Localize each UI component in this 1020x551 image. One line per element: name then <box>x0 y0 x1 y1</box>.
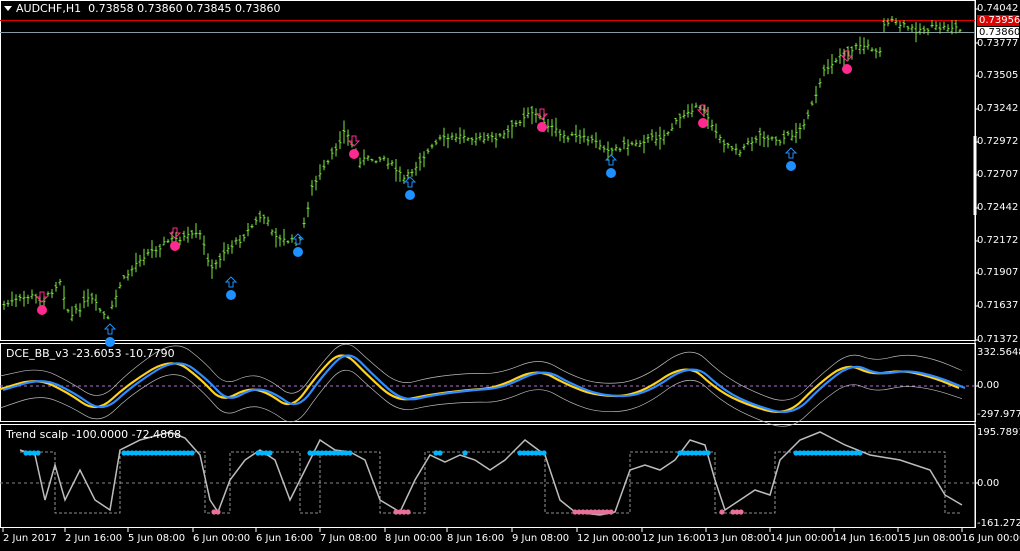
symbol-label: AUDCHF,H1 <box>16 2 82 15</box>
trend-down-dot <box>608 509 614 515</box>
price-bars <box>2 16 962 322</box>
time-axis-label: 8 Jun 16:00 <box>447 533 505 544</box>
price-axis-label: 0.71907 <box>977 267 1019 278</box>
chart-canvas[interactable] <box>0 0 1020 551</box>
buy-arrow-icon <box>403 176 417 188</box>
buy-signal-dot <box>105 337 115 347</box>
time-axis-label: 7 Jun 08:00 <box>320 533 378 544</box>
time-axis-label: 5 Jun 08:00 <box>128 533 186 544</box>
price-axis-label: 0.72442 <box>977 202 1019 213</box>
time-axis-label: 8 Jun 00:00 <box>385 533 443 544</box>
buy-signal-dot <box>606 168 616 178</box>
trend-down-dot <box>405 509 411 515</box>
price-axis-label: 0.74042 <box>977 3 1019 14</box>
trend-up-dot <box>462 450 468 456</box>
trend-up-dot <box>267 450 273 456</box>
price-axis-label: 0.71372 <box>977 334 1019 345</box>
time-axis-label: 9 Jun 08:00 <box>512 533 570 544</box>
buy-arrow-icon <box>103 323 117 335</box>
time-axis-label: 6 Jun 16:00 <box>256 533 314 544</box>
trend-down-dot <box>738 509 744 515</box>
price-axis-label: 0.73777 <box>977 38 1019 49</box>
buy-arrow-icon <box>291 233 305 245</box>
trend-up-dot <box>857 450 863 456</box>
time-axis-label: 6 Jun 00:00 <box>193 533 251 544</box>
bid-price-tag: 0.73860 <box>977 27 1020 38</box>
buy-signal-dot <box>405 190 415 200</box>
main-title: AUDCHF,H1 0.73858 0.73860 0.73845 0.7386… <box>16 2 281 15</box>
sell-signal-dot <box>170 241 180 251</box>
time-axis-label: 16 Jun 00:00 <box>962 533 1020 544</box>
trend-axis-max: 195.7891 <box>977 427 1020 438</box>
time-axis-label: 2 Jun 2017 <box>3 533 57 544</box>
time-axis-label: 15 Jun 08:00 <box>898 533 962 544</box>
buy-signal-dot <box>786 161 796 171</box>
trend-axis-zero: 0.00 <box>977 478 1000 489</box>
trend-channel <box>20 451 962 514</box>
main-window-frame <box>0 0 976 341</box>
time-axis-label: 13 Jun 08:00 <box>706 533 770 544</box>
dce-title: DCE_BB_v3 -23.6053 -10.7790 <box>6 347 175 360</box>
price-axis-label: 0.71637 <box>977 300 1019 311</box>
buy-signal-dot <box>293 247 303 257</box>
sell-signal-dot <box>537 122 547 132</box>
time-axis-label: 14 Jun 16:00 <box>834 533 898 544</box>
trend-up-dot <box>35 450 41 456</box>
sell-signal-dot <box>37 305 47 315</box>
dce-fast-line <box>0 354 960 414</box>
price-axis-label: 0.73242 <box>977 103 1019 114</box>
time-axis-label: 14 Jun 00:00 <box>770 533 834 544</box>
trend-axis-min: -161.2721 <box>977 518 1020 529</box>
price-axis-label: 0.72172 <box>977 235 1019 246</box>
sell-signal-dot <box>349 149 359 159</box>
ask-price-tag: 0.73956 <box>977 15 1020 26</box>
buy-arrow-icon <box>784 147 798 159</box>
trend-up-dot <box>347 450 353 456</box>
trend-up-dot <box>437 450 443 456</box>
trend-down-dot <box>719 509 725 515</box>
dce-axis-zero: 0.00 <box>977 380 1000 391</box>
time-axis-label: 12 Jun 16:00 <box>642 533 706 544</box>
price-axis-label: 0.72972 <box>977 136 1019 147</box>
trend-scalp-line <box>19 431 963 516</box>
trend-down-dot <box>215 509 221 515</box>
dce-axis-max: 332.5648 <box>977 347 1020 358</box>
price-axis-label: 0.72707 <box>977 169 1019 180</box>
buy-signal-dot <box>226 290 236 300</box>
trend-up-dot <box>705 450 711 456</box>
trend-up-dot <box>541 450 547 456</box>
dce-axis-min: -297.9779 <box>977 409 1020 420</box>
ohlc-label: 0.73858 0.73860 0.73845 0.73860 <box>88 2 281 15</box>
symbol-menu-icon[interactable] <box>4 6 12 11</box>
price-axis-label: 0.73505 <box>977 70 1019 81</box>
buy-arrow-icon <box>224 276 238 288</box>
trend-title: Trend scalp -100.0000 -72.4868 <box>6 428 182 441</box>
sell-signal-dot <box>842 64 852 74</box>
sell-signal-dot <box>698 118 708 128</box>
time-axis-label: 2 Jun 16:00 <box>65 533 123 544</box>
time-axis-label: 12 Jun 00:00 <box>577 533 641 544</box>
trend-up-dot <box>189 450 195 456</box>
